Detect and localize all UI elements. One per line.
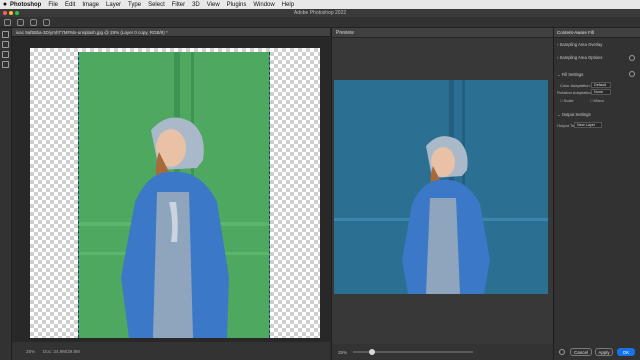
menu-window[interactable]: Window xyxy=(253,2,274,8)
lasso-tool-icon[interactable] xyxy=(2,41,9,48)
output-settings-label: Output Settings xyxy=(561,112,591,117)
cancel-button[interactable]: Cancel xyxy=(570,348,592,356)
reset-sampling-icon[interactable] xyxy=(629,55,635,61)
content-aware-fill-panel: Content-Aware Fill › Sampling Area Overl… xyxy=(553,28,640,360)
hand-tool-icon[interactable] xyxy=(2,51,9,58)
chevron-down-icon: ⌄ xyxy=(557,112,561,117)
preview-footer: 25% xyxy=(332,344,553,360)
canvas-zoom-level[interactable]: 25% xyxy=(26,349,35,354)
chevron-right-icon: › xyxy=(557,55,559,60)
apple-icon[interactable]: ● xyxy=(0,1,10,8)
menu-image[interactable]: Image xyxy=(82,2,99,8)
menu-3d[interactable]: 3D xyxy=(192,2,200,8)
output-to-label: Output To: xyxy=(557,123,576,128)
menu-layer[interactable]: Layer xyxy=(106,2,121,8)
apply-button[interactable]: Apply xyxy=(595,348,613,356)
window-title: Adobe Photoshop 2022 xyxy=(293,10,347,16)
scale-checkbox[interactable]: □ xyxy=(560,98,562,103)
mirror-checkbox[interactable]: □ xyxy=(590,98,592,103)
sampling-overlay-label: Sampling Area Overlay xyxy=(559,42,603,47)
menu-type[interactable]: Type xyxy=(128,2,141,8)
preview-image xyxy=(334,80,548,294)
add-mode-icon[interactable] xyxy=(30,18,37,26)
menu-view[interactable]: View xyxy=(207,2,220,8)
sampling-overlay-section[interactable]: › Sampling Area Overlay xyxy=(557,42,602,47)
document-tab[interactable]: ivac 9af55ba-3D/ymhT7MFMx-unsplash.jpg @… xyxy=(12,28,330,37)
rotation-adaptation-select[interactable]: None xyxy=(591,89,611,95)
menu-edit[interactable]: Edit xyxy=(65,2,75,8)
menu-plugins[interactable]: Plugins xyxy=(227,2,247,8)
brush-size-icon[interactable] xyxy=(17,18,24,26)
reset-all-icon[interactable] xyxy=(559,349,565,355)
fill-settings-section[interactable]: ⌄ Fill Settings xyxy=(557,72,583,77)
preview-zoom-level: 25% xyxy=(338,349,348,355)
panel-title: Content-Aware Fill xyxy=(554,28,640,38)
preview-zoom-slider[interactable] xyxy=(353,349,474,355)
fill-settings-label: Fill Settings xyxy=(561,72,584,77)
menu-photoshop[interactable]: Photoshop xyxy=(10,2,41,8)
menu-help[interactable]: Help xyxy=(282,2,294,8)
options-bar xyxy=(0,17,640,28)
mirror-label: Mirror xyxy=(593,98,604,103)
canvas-area xyxy=(12,38,330,342)
output-to-select[interactable]: New Layer xyxy=(574,122,602,128)
document-canvas[interactable] xyxy=(30,48,320,338)
document-size: Doc: 24.9M/29.8M xyxy=(43,348,80,354)
zoom-tool-icon[interactable] xyxy=(2,61,9,68)
chevron-right-icon: › xyxy=(557,42,559,47)
chevron-down-icon: ⌄ xyxy=(557,72,561,77)
menu-file[interactable]: File xyxy=(48,2,58,8)
ok-button[interactable]: OK xyxy=(617,348,635,356)
menu-bar: ● Photoshop File Edit Image Layer Type S… xyxy=(0,0,640,9)
mirror-checkbox-row[interactable]: □ Mirror xyxy=(590,98,604,103)
tools-panel xyxy=(0,28,12,360)
sampling-options-label: Sampling Area Options xyxy=(559,55,603,60)
menu-select[interactable]: Select xyxy=(148,2,165,8)
window-titlebar: Adobe Photoshop 2022 xyxy=(0,9,640,17)
reset-fill-settings-icon[interactable] xyxy=(629,71,635,77)
rotation-adaptation-label: Rotation Adaptation: xyxy=(557,90,594,95)
menu-filter[interactable]: Filter xyxy=(172,2,185,8)
lasso-tool-icon[interactable] xyxy=(4,18,11,26)
photo-layer-green-wall xyxy=(78,52,270,338)
status-bar: 25% Doc: 24.9M/29.8M xyxy=(12,342,330,360)
person-figure-preview xyxy=(334,80,548,294)
color-adaptation-label: Color Adaptation: xyxy=(560,83,591,88)
color-adaptation-select[interactable]: Default xyxy=(591,82,611,88)
person-figure xyxy=(79,52,269,338)
preview-title: Preview xyxy=(332,28,553,38)
output-settings-section[interactable]: ⌄ Output Settings xyxy=(557,112,591,117)
subtract-mode-icon[interactable] xyxy=(43,18,50,26)
scale-checkbox-row[interactable]: □ Scale xyxy=(560,98,574,103)
document-tab-label: ivac 9af55ba-3D/ymhT7MFMx-unsplash.jpg @… xyxy=(16,29,168,35)
scale-label: Scale xyxy=(563,98,574,103)
sampling-brush-tool-icon[interactable] xyxy=(2,31,9,38)
preview-zoom-slider-knob[interactable] xyxy=(369,349,376,355)
preview-panel: Preview 25% xyxy=(331,28,553,360)
sampling-options-section[interactable]: › Sampling Area Options xyxy=(557,55,602,60)
